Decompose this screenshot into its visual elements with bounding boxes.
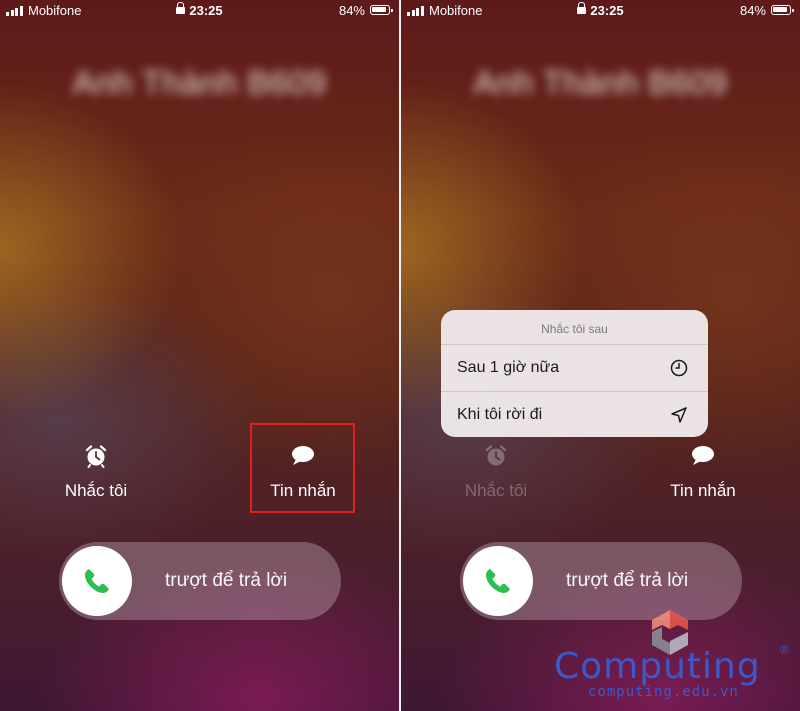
incoming-call-screen-left: Mobifone 23:25 84% Anh Thành B609 Nhắc t…	[0, 0, 399, 711]
remind-later-menu-title: Nhắc tôi sau	[441, 310, 708, 345]
clock-time: 23:25	[590, 3, 624, 18]
lock-icon	[577, 2, 587, 14]
speech-bubble-icon	[692, 446, 714, 465]
location-arrow-icon	[671, 407, 687, 423]
phone-icon	[85, 569, 109, 593]
incoming-call-screen-right: Mobifone 23:25 84% Anh Thành B609 Nhắc t…	[401, 0, 800, 711]
option-label: Sau 1 giờ nữa	[457, 359, 560, 376]
slide-to-answer-label: trượt để trả lời	[165, 570, 288, 591]
caller-name: Anh Thành B609	[473, 64, 728, 101]
lock-icon	[176, 2, 186, 14]
remind-me-label: Nhắc tôi	[464, 481, 528, 500]
slide-to-answer[interactable]: trượt để trả lời	[59, 542, 341, 620]
remind-later-menu: Nhắc tôi sau Sau 1 giờ nữa Khi tôi rời đ…	[441, 310, 708, 437]
status-bar: Mobifone 23:25 84%	[401, 0, 800, 22]
answer-knob[interactable]	[463, 546, 533, 616]
clock-icon	[670, 359, 688, 377]
slide-to-answer[interactable]: trượt để trả lời	[460, 542, 742, 620]
slide-to-answer-label: trượt để trả lời	[566, 570, 689, 591]
clock-time: 23:25	[189, 3, 223, 18]
message-button[interactable]: Tin nhắn	[643, 443, 763, 501]
highlight-annotation	[250, 423, 355, 513]
remind-me-label: Nhắc tôi	[64, 481, 128, 500]
watermark-brand: Computing	[554, 646, 761, 687]
battery-icon	[370, 5, 393, 15]
phone-icon	[486, 569, 510, 593]
remind-me-button[interactable]: Nhắc tôi	[36, 443, 156, 501]
remind-when-leave-option[interactable]: Khi tôi rời đi	[441, 391, 708, 437]
caller-name: Anh Thành B609	[72, 64, 327, 101]
option-label: Khi tôi rời đi	[457, 406, 543, 423]
remind-me-button[interactable]: Nhắc tôi	[436, 443, 556, 501]
battery-icon	[771, 5, 794, 15]
alarm-clock-icon	[85, 445, 107, 468]
answer-knob[interactable]	[62, 546, 132, 616]
battery-percentage: 84%	[338, 3, 365, 18]
remind-in-one-hour-option[interactable]: Sau 1 giờ nữa	[441, 345, 708, 391]
registered-icon: ®	[780, 643, 789, 657]
watermark-url: computing.edu.vn	[588, 684, 739, 700]
alarm-clock-icon	[485, 445, 507, 466]
message-label: Tin nhắn	[670, 481, 736, 500]
battery-percentage: 84%	[739, 3, 766, 18]
status-bar: Mobifone 23:25 84%	[0, 0, 399, 22]
